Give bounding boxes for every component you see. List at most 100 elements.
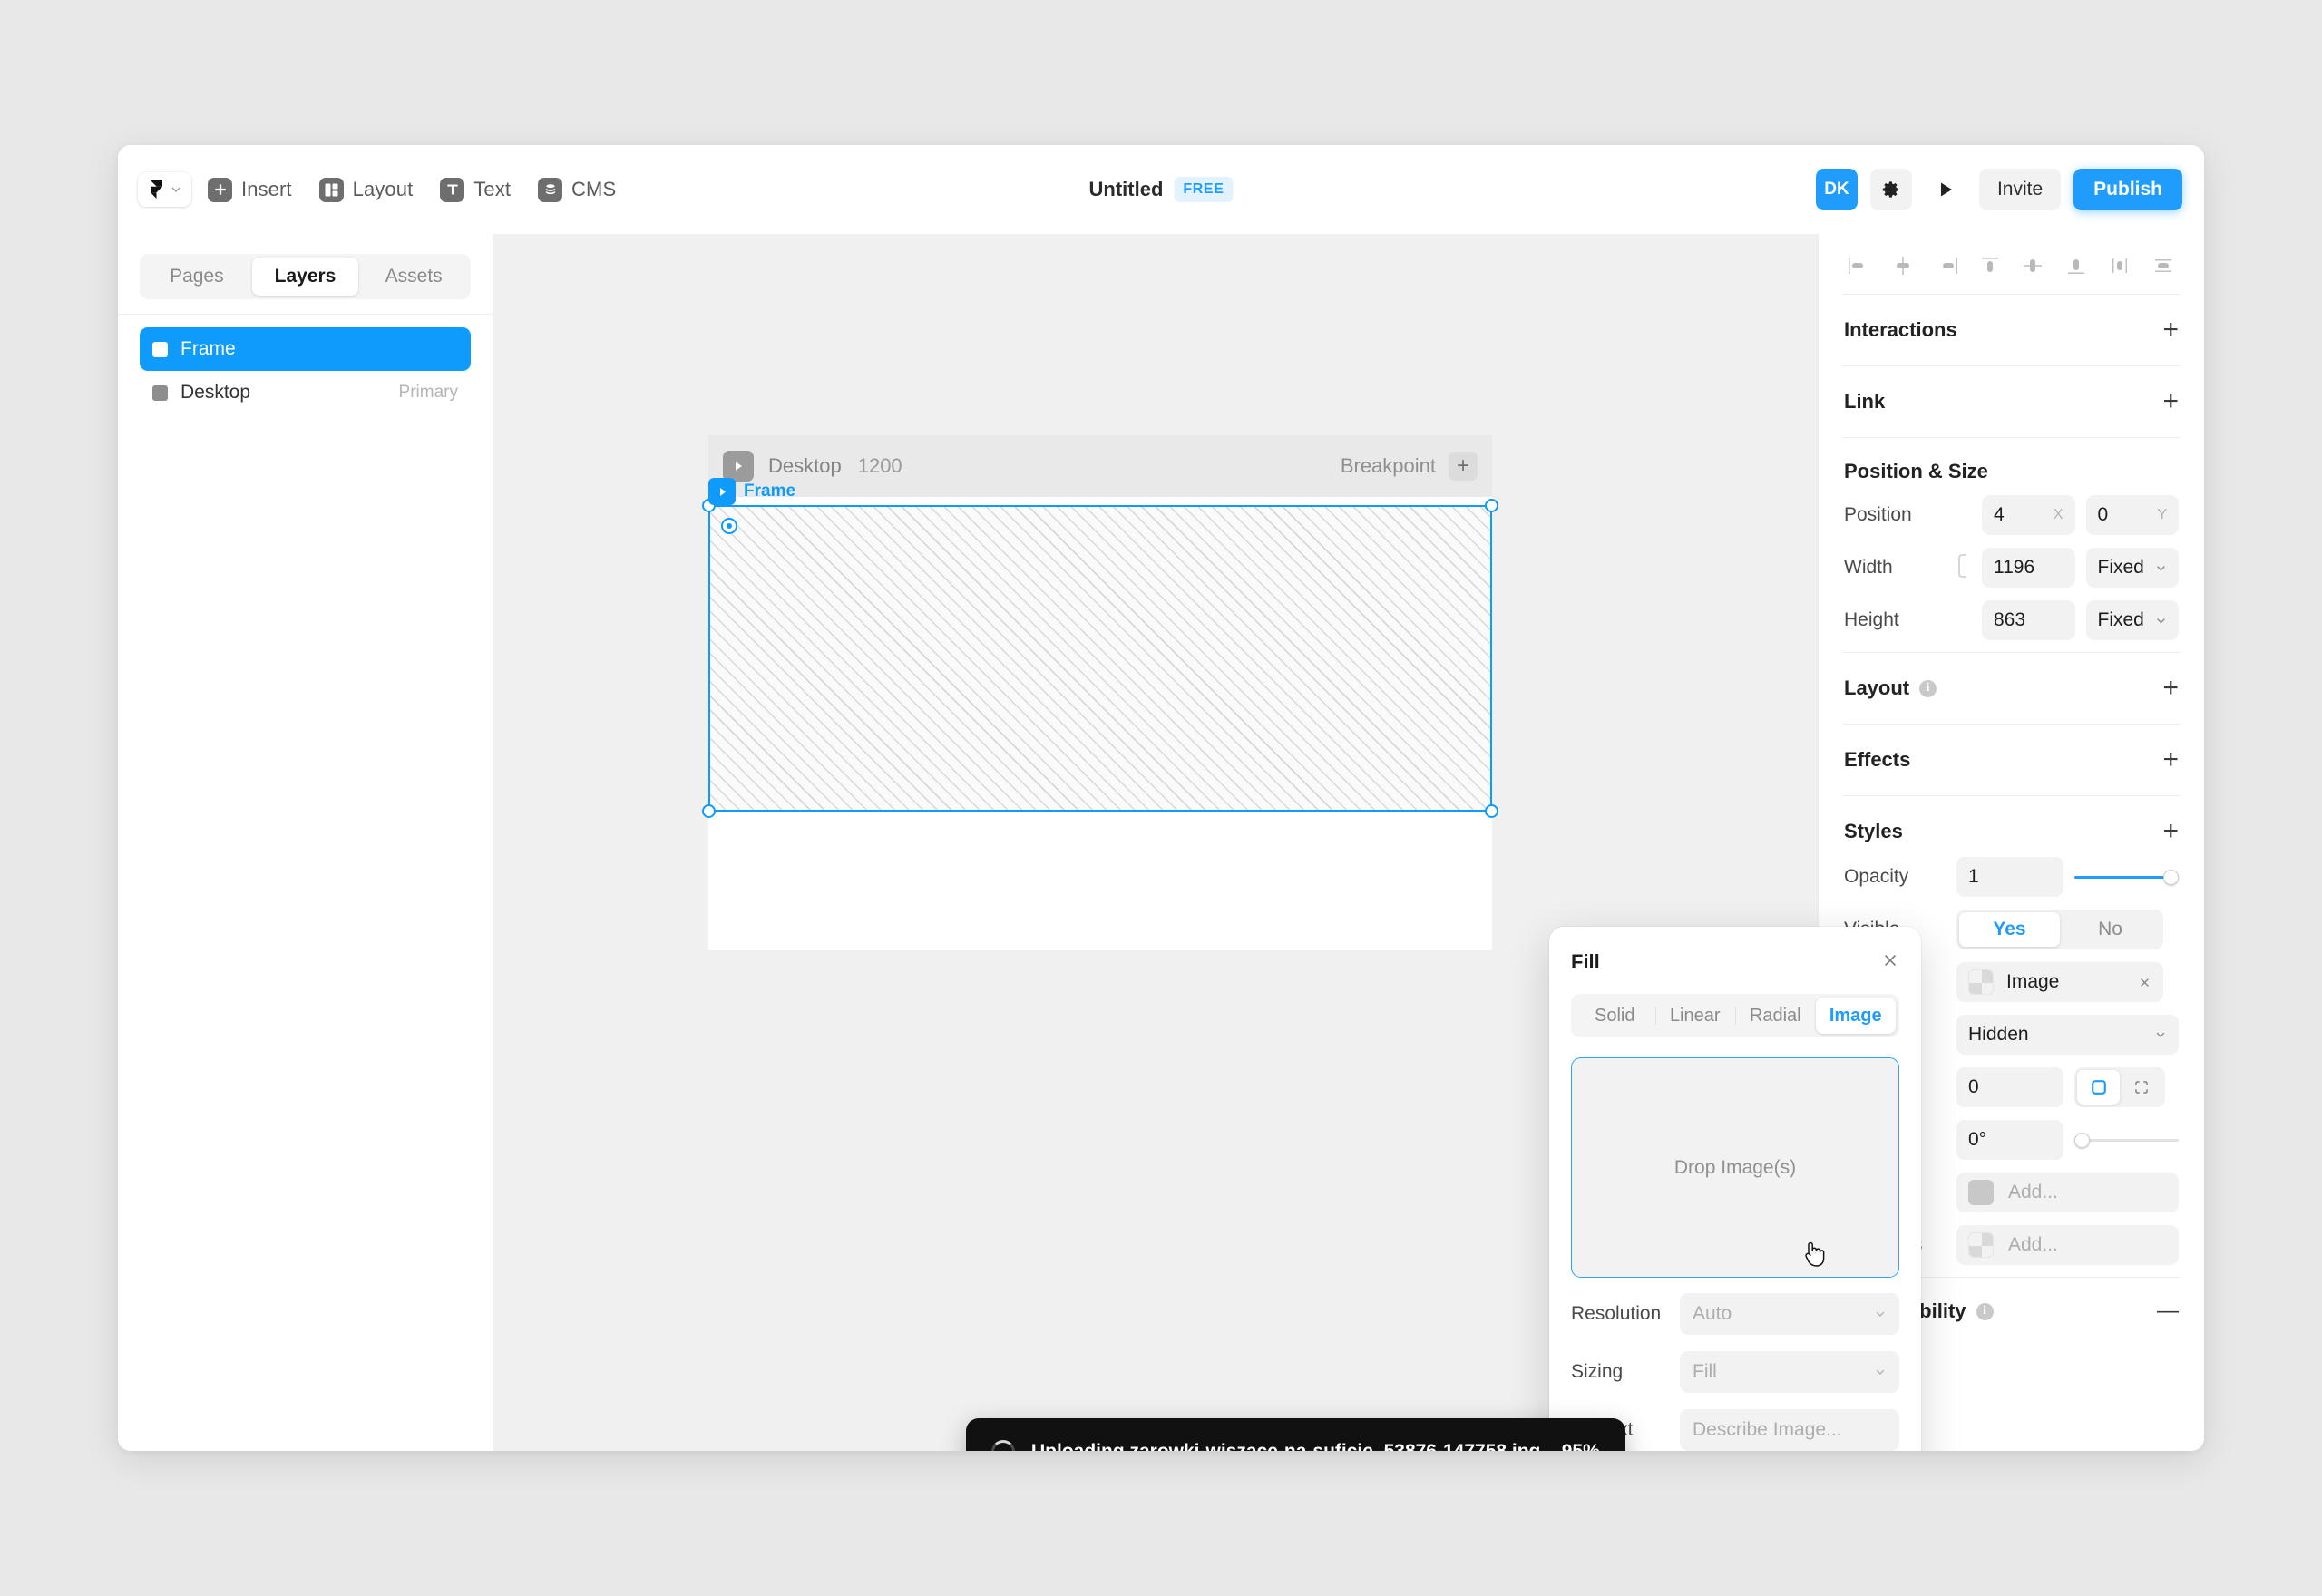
visible-no-option[interactable]: No [2060, 912, 2161, 947]
opacity-input[interactable]: 1 [1956, 857, 2063, 897]
dropzone-label: Drop Image(s) [1673, 1156, 1797, 1178]
artboard-play-icon[interactable] [723, 451, 754, 482]
alt-text-input[interactable]: Describe Image... [1680, 1409, 1899, 1451]
radius-corners-icon[interactable] [2120, 1070, 2162, 1105]
framer-logo-button[interactable] [138, 172, 191, 207]
add-style-icon[interactable]: + [2162, 818, 2179, 845]
opacity-slider[interactable] [2074, 857, 2179, 897]
slider-knob[interactable] [2074, 1132, 2090, 1148]
radius-input[interactable]: 0 [1956, 1067, 2063, 1107]
add-layout-icon[interactable]: + [2162, 675, 2179, 702]
settings-button[interactable] [1869, 169, 1912, 210]
link-dimensions-icon[interactable] [1956, 552, 1971, 584]
fill-tab-linear[interactable]: Linear [1654, 998, 1736, 1034]
visible-yes-option[interactable]: Yes [1959, 912, 2060, 947]
close-icon[interactable] [1881, 951, 1899, 974]
position-x-input[interactable]: 4 X [1982, 495, 2075, 535]
publish-button[interactable]: Publish [2073, 169, 2182, 210]
visible-toggle[interactable]: Yes No [1956, 910, 2163, 949]
text-label: Text [473, 178, 512, 200]
add-interaction-icon[interactable]: + [2162, 316, 2179, 344]
resize-handle-bottom-right[interactable] [1485, 804, 1498, 818]
radius-value: 0 [1968, 1076, 1979, 1097]
fill-value-button[interactable]: Image [1956, 962, 2163, 1002]
preview-button[interactable] [1925, 169, 1966, 210]
shadows-value: Add... [2008, 1234, 2058, 1255]
position-y-suffix: Y [2157, 507, 2167, 522]
artboard-header[interactable]: Desktop 1200 Breakpoint + [708, 435, 1492, 497]
layout-button[interactable]: Layout [308, 170, 424, 209]
add-breakpoint-icon[interactable]: + [1449, 452, 1478, 481]
tab-pages[interactable]: Pages [143, 258, 250, 296]
info-icon[interactable]: i [1976, 1302, 1994, 1320]
section-interactions[interactable]: Interactions + [1819, 295, 2204, 365]
align-center-horizontal-icon[interactable] [1889, 254, 1917, 277]
align-center-vertical-icon[interactable] [2019, 254, 2046, 277]
resize-handle-bottom-left[interactable] [702, 804, 716, 818]
sizing-row: Sizing Fill [1571, 1343, 1899, 1401]
distribute-vertical-icon[interactable] [2150, 254, 2177, 277]
height-mode-select[interactable]: Fixed [2085, 600, 2179, 640]
text-button[interactable]: Text [429, 170, 522, 209]
corner-radius-handle[interactable] [721, 518, 737, 534]
resolution-select[interactable]: Auto [1680, 1293, 1899, 1335]
align-top-icon[interactable] [1976, 254, 2004, 277]
close-icon[interactable] [2138, 976, 2151, 989]
sizing-select[interactable]: Fill [1680, 1351, 1899, 1393]
align-right-icon[interactable] [1933, 254, 1960, 277]
fill-tab-image[interactable]: Image [1815, 998, 1896, 1034]
section-position-size: Position & Size [1819, 438, 2204, 489]
radius-all-icon[interactable] [2077, 1070, 2120, 1105]
width-mode-select[interactable]: Fixed [2085, 548, 2179, 588]
align-bottom-icon[interactable] [2063, 254, 2090, 277]
layer-item-frame[interactable]: Frame [140, 327, 471, 371]
overflow-select[interactable]: Hidden [1956, 1015, 2179, 1055]
frame-selection-tag[interactable]: Frame [708, 478, 795, 505]
align-left-icon[interactable] [1846, 254, 1873, 277]
invite-button[interactable]: Invite [1978, 169, 2062, 210]
image-dropzone[interactable]: Drop Image(s) [1571, 1057, 1899, 1278]
section-title: Interactions [1844, 318, 1957, 341]
position-x-suffix: X [2053, 507, 2063, 522]
section-layout[interactable]: Layout i + [1819, 653, 2204, 724]
fill-tab-solid[interactable]: Solid [1575, 998, 1655, 1034]
slider-knob[interactable] [2163, 869, 2179, 885]
position-x-value: 4 [1994, 504, 2005, 525]
document-title-group: Untitled FREE [1089, 177, 1234, 202]
layer-item-desktop[interactable]: Desktop Primary [140, 371, 471, 414]
border-add-button[interactable]: Add... [1956, 1173, 2179, 1212]
border-value: Add... [2008, 1182, 2058, 1202]
layer-list: Frame Desktop Primary [118, 315, 493, 414]
fill-tab-radial[interactable]: Radial [1735, 998, 1816, 1034]
height-input[interactable]: 863 [1982, 600, 2075, 640]
width-mode-value: Fixed [2097, 557, 2144, 578]
selected-frame[interactable] [702, 499, 1498, 818]
section-styles[interactable]: Styles + [1819, 796, 2204, 851]
position-y-input[interactable]: 0 Y [2085, 495, 2179, 535]
rotation-slider[interactable] [2074, 1120, 2179, 1160]
resolution-value: Auto [1693, 1303, 1732, 1324]
section-link[interactable]: Link + [1819, 366, 2204, 437]
insert-button[interactable]: Insert [197, 170, 303, 209]
tab-layers[interactable]: Layers [251, 258, 359, 296]
page-title[interactable]: Untitled [1089, 178, 1164, 201]
section-effects[interactable]: Effects + [1819, 725, 2204, 795]
cms-button[interactable]: CMS [527, 170, 627, 209]
radius-mode-toggle[interactable] [2074, 1067, 2165, 1107]
resize-handle-top-right[interactable] [1485, 499, 1498, 512]
tab-assets[interactable]: Assets [360, 258, 467, 296]
avatar[interactable]: DK [1815, 169, 1858, 210]
rotation-input[interactable]: 0° [1956, 1120, 2063, 1160]
add-effect-icon[interactable]: + [2162, 746, 2179, 774]
add-link-icon[interactable]: + [2162, 388, 2179, 415]
breakpoint-label[interactable]: Breakpoint [1341, 454, 1436, 478]
distribute-horizontal-icon[interactable] [2106, 254, 2133, 277]
hand-pointer-cursor-icon [1805, 1241, 1825, 1267]
shadows-add-button[interactable]: Add... [1956, 1225, 2179, 1265]
info-icon[interactable]: i [1919, 679, 1937, 697]
section-title: Link [1844, 390, 1886, 413]
width-input[interactable]: 1196 [1982, 548, 2075, 588]
chevron-down-icon [171, 187, 180, 192]
collapse-accessibility-icon[interactable]: — [2157, 1300, 2179, 1322]
width-label: Width [1844, 557, 1893, 578]
